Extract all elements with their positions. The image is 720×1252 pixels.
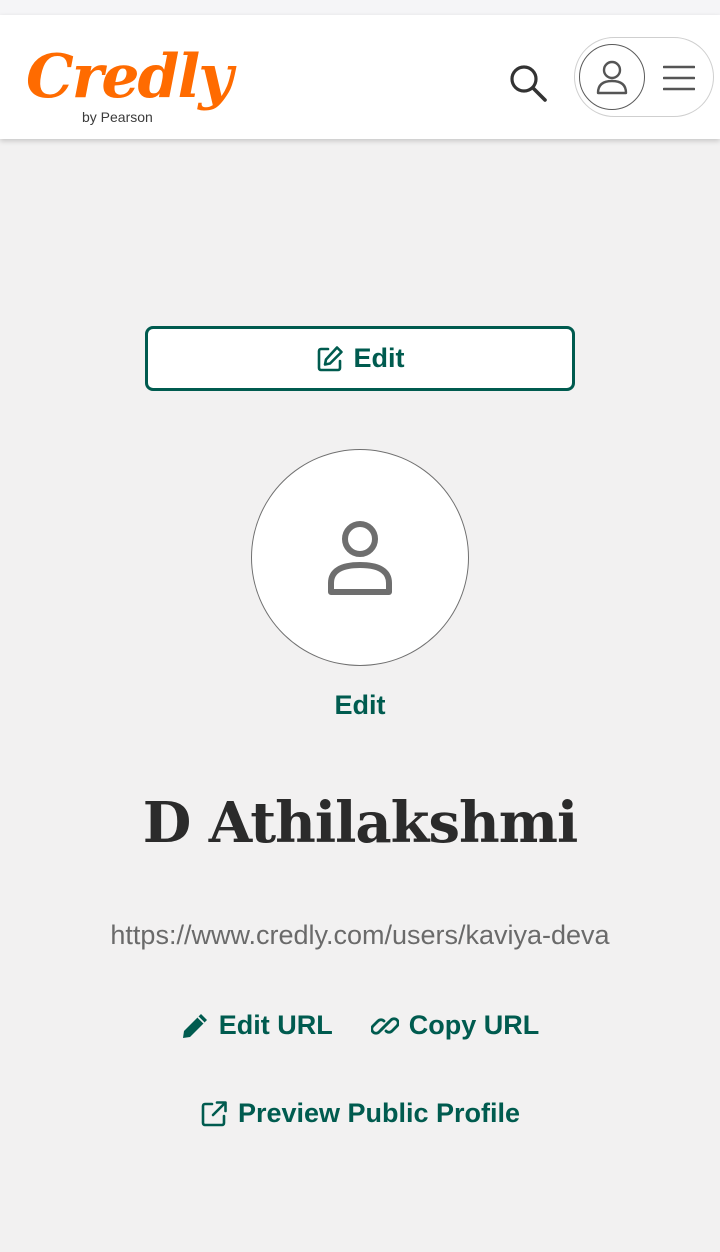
search-button[interactable] xyxy=(500,55,556,111)
user-icon xyxy=(596,60,628,95)
link-icon xyxy=(370,1016,399,1035)
credly-logo[interactable]: Credly by Pearson xyxy=(26,37,233,137)
edit-cover-label: Edit xyxy=(353,343,405,373)
edit-cover-button[interactable]: Edit xyxy=(145,326,575,391)
copy-url-button[interactable]: Copy URL xyxy=(370,1010,540,1041)
logo-wordmark: Credly xyxy=(26,42,233,112)
site-header: Credly by Pearson xyxy=(0,15,720,139)
profile-name: D Athilakshmi xyxy=(142,790,579,856)
preview-row: Preview Public Profile xyxy=(0,1098,720,1129)
status-strip xyxy=(0,0,720,15)
user-avatar xyxy=(579,44,645,110)
preview-label: Preview Public Profile xyxy=(237,1098,521,1128)
url-actions: Edit URL Copy URL xyxy=(0,1010,720,1041)
user-placeholder-icon xyxy=(328,520,392,595)
copy-url-label: Copy URL xyxy=(408,1010,540,1040)
logo-subtitle: by Pearson xyxy=(82,109,153,125)
edit-avatar-link[interactable]: Edit xyxy=(0,690,720,721)
hamburger-menu-icon xyxy=(663,65,695,91)
profile-url: https://www.credly.com/users/kaviya-deva xyxy=(110,920,610,950)
edit-url-label: Edit URL xyxy=(218,1010,333,1040)
user-menu-button[interactable] xyxy=(574,37,714,117)
search-icon xyxy=(510,65,547,102)
edit-url-button[interactable]: Edit URL xyxy=(181,1010,333,1041)
external-link-icon xyxy=(201,1100,227,1126)
pencil-icon xyxy=(182,1013,207,1038)
edit-square-icon xyxy=(317,345,343,371)
preview-public-profile-link[interactable]: Preview Public Profile xyxy=(200,1098,520,1129)
profile-avatar[interactable] xyxy=(251,449,469,666)
